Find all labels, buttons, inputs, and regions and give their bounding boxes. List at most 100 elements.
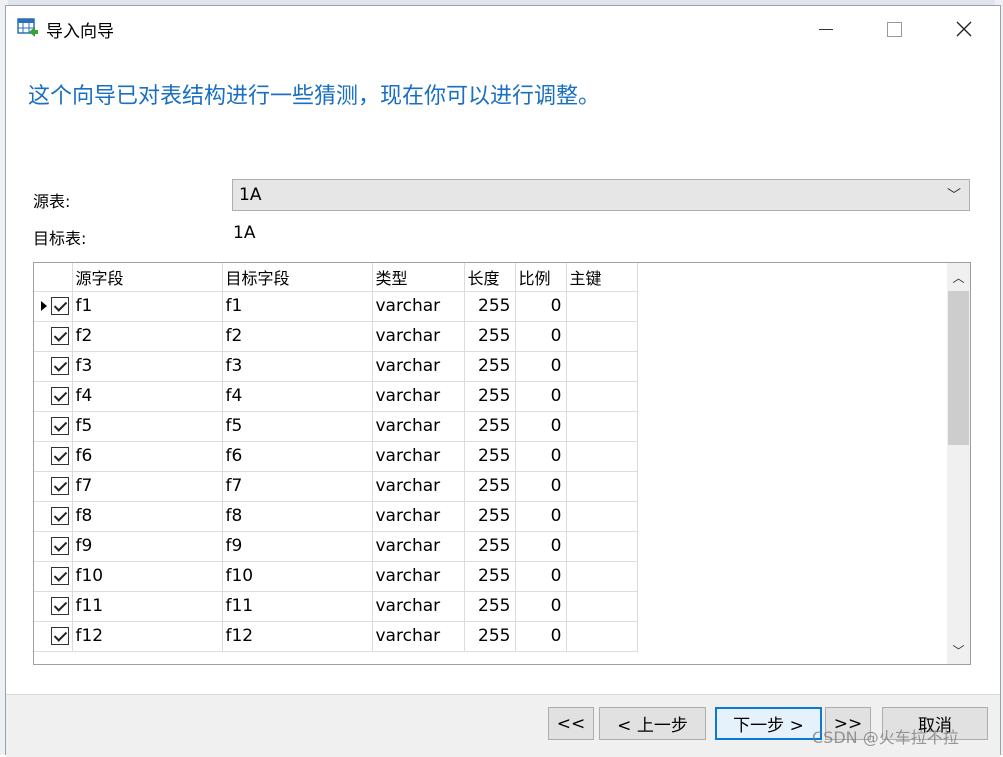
table-row[interactable]: f10 f10 varchar 255 0 (34, 561, 638, 592)
primary-key-cell[interactable] (566, 291, 638, 322)
scale-cell[interactable]: 0 (515, 321, 567, 352)
scale-cell[interactable]: 0 (515, 591, 567, 622)
table-row[interactable]: f8 f8 varchar 255 0 (34, 501, 638, 532)
close-button[interactable] (934, 6, 994, 52)
source-field-cell[interactable]: f7 (72, 471, 223, 502)
row-checkbox-cell[interactable] (48, 411, 73, 442)
primary-key-cell[interactable] (566, 411, 638, 442)
source-field-cell[interactable]: f2 (72, 321, 223, 352)
scroll-thumb[interactable] (948, 291, 969, 445)
target-field-cell[interactable]: f5 (222, 411, 373, 442)
header-scale[interactable]: 比例 (515, 263, 567, 292)
type-cell[interactable]: varchar (372, 591, 465, 622)
target-field-cell[interactable]: f8 (222, 501, 373, 532)
source-field-cell[interactable]: f8 (72, 501, 223, 532)
source-field-cell[interactable]: f5 (72, 411, 223, 442)
row-checkbox-cell[interactable] (48, 621, 73, 652)
row-checkbox-cell[interactable] (48, 561, 73, 592)
header-length[interactable]: 长度 (464, 263, 516, 292)
header-source-field[interactable]: 源字段 (72, 263, 223, 292)
primary-key-cell[interactable] (566, 321, 638, 352)
primary-key-cell[interactable] (566, 471, 638, 502)
table-row[interactable]: f6 f6 varchar 255 0 (34, 441, 638, 472)
source-table-select[interactable]: 1A ﹀ (232, 179, 970, 211)
target-field-cell[interactable]: f12 (222, 621, 373, 652)
type-cell[interactable]: varchar (372, 621, 465, 652)
grid-vertical-scrollbar[interactable]: ︿ ﹀ (947, 263, 970, 664)
source-field-cell[interactable]: f11 (72, 591, 223, 622)
row-checkbox-cell[interactable] (48, 471, 73, 502)
target-field-cell[interactable]: f6 (222, 441, 373, 472)
source-field-cell[interactable]: f9 (72, 531, 223, 562)
table-row[interactable]: f12 f12 varchar 255 0 (34, 621, 638, 652)
row-checkbox-cell[interactable] (48, 591, 73, 622)
source-field-cell[interactable]: f12 (72, 621, 223, 652)
primary-key-cell[interactable] (566, 441, 638, 472)
target-field-cell[interactable]: f3 (222, 351, 373, 382)
row-checkbox-cell[interactable] (48, 291, 73, 322)
include-checkbox[interactable] (51, 356, 69, 375)
primary-key-cell[interactable] (566, 591, 638, 622)
include-checkbox[interactable] (51, 536, 69, 555)
target-field-cell[interactable]: f7 (222, 471, 373, 502)
length-cell[interactable]: 255 (464, 321, 516, 352)
target-field-cell[interactable]: f2 (222, 321, 373, 352)
length-cell[interactable]: 255 (464, 411, 516, 442)
row-checkbox-cell[interactable] (48, 381, 73, 412)
length-cell[interactable]: 255 (464, 621, 516, 652)
primary-key-cell[interactable] (566, 501, 638, 532)
length-cell[interactable]: 255 (464, 291, 516, 322)
primary-key-cell[interactable] (566, 351, 638, 382)
row-checkbox-cell[interactable] (48, 501, 73, 532)
length-cell[interactable]: 255 (464, 561, 516, 592)
target-field-cell[interactable]: f9 (222, 531, 373, 562)
scroll-down-icon[interactable]: ﹀ (947, 636, 970, 664)
target-field-cell[interactable]: f1 (222, 291, 373, 322)
include-checkbox[interactable] (51, 566, 69, 585)
primary-key-cell[interactable] (566, 531, 638, 562)
row-checkbox-cell[interactable] (48, 531, 73, 562)
scale-cell[interactable]: 0 (515, 441, 567, 472)
row-checkbox-cell[interactable] (48, 351, 73, 382)
table-row[interactable]: f3 f3 varchar 255 0 (34, 351, 638, 382)
minimize-button[interactable] (796, 6, 856, 52)
maximize-button[interactable] (864, 6, 924, 52)
include-checkbox[interactable] (51, 506, 69, 525)
length-cell[interactable]: 255 (464, 591, 516, 622)
table-row[interactable]: f4 f4 varchar 255 0 (34, 381, 638, 412)
table-row[interactable]: f11 f11 varchar 255 0 (34, 591, 638, 622)
table-row[interactable]: f2 f2 varchar 255 0 (34, 321, 638, 352)
type-cell[interactable]: varchar (372, 381, 465, 412)
include-checkbox[interactable] (51, 446, 69, 465)
target-field-cell[interactable]: f10 (222, 561, 373, 592)
length-cell[interactable]: 255 (464, 531, 516, 562)
row-checkbox-cell[interactable] (48, 441, 73, 472)
header-target-field[interactable]: 目标字段 (222, 263, 373, 292)
table-row[interactable]: f9 f9 varchar 255 0 (34, 531, 638, 562)
type-cell[interactable]: varchar (372, 501, 465, 532)
length-cell[interactable]: 255 (464, 351, 516, 382)
table-row[interactable]: f1 f1 varchar 255 0 (34, 291, 638, 322)
type-cell[interactable]: varchar (372, 411, 465, 442)
scale-cell[interactable]: 0 (515, 471, 567, 502)
primary-key-cell[interactable] (566, 621, 638, 652)
row-checkbox-cell[interactable] (48, 321, 73, 352)
include-checkbox[interactable] (51, 476, 69, 495)
source-field-cell[interactable]: f4 (72, 381, 223, 412)
include-checkbox[interactable] (51, 596, 69, 615)
scale-cell[interactable]: 0 (515, 411, 567, 442)
include-checkbox[interactable] (51, 386, 69, 405)
include-checkbox[interactable] (51, 416, 69, 435)
scale-cell[interactable]: 0 (515, 291, 567, 322)
length-cell[interactable]: 255 (464, 381, 516, 412)
type-cell[interactable]: varchar (372, 351, 465, 382)
previous-step-button[interactable]: < 上一步 (599, 707, 706, 740)
target-field-cell[interactable]: f4 (222, 381, 373, 412)
scale-cell[interactable]: 0 (515, 381, 567, 412)
next-step-button[interactable]: 下一步 > (715, 707, 822, 740)
length-cell[interactable]: 255 (464, 471, 516, 502)
type-cell[interactable]: varchar (372, 441, 465, 472)
table-row[interactable]: f7 f7 varchar 255 0 (34, 471, 638, 502)
type-cell[interactable]: varchar (372, 531, 465, 562)
scale-cell[interactable]: 0 (515, 531, 567, 562)
